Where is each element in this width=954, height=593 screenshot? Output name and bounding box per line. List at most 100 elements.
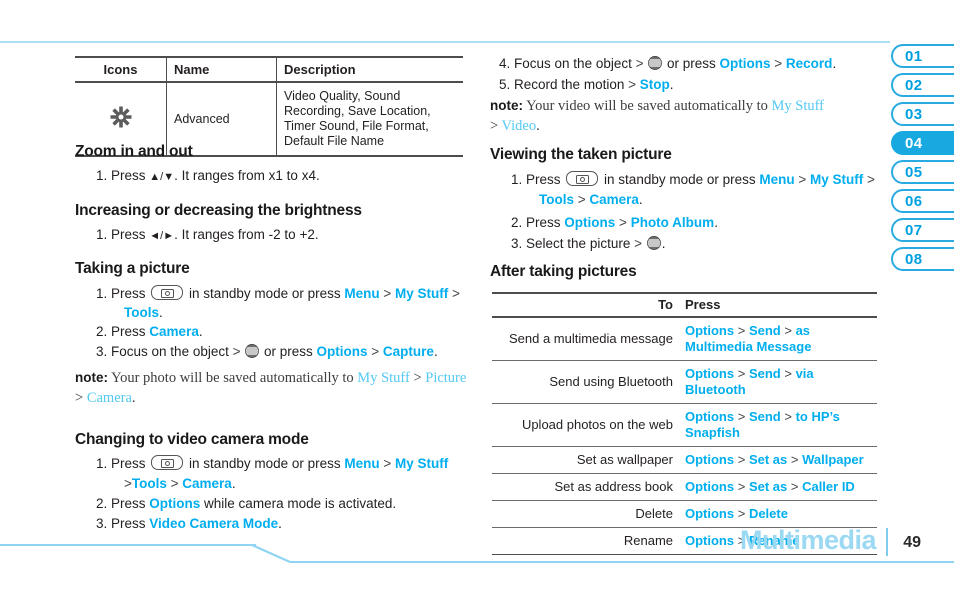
- att-globe-icon: [646, 236, 661, 250]
- link-camera[interactable]: Camera: [589, 192, 639, 207]
- sep: >: [734, 506, 749, 521]
- link-options[interactable]: Options: [564, 215, 615, 230]
- att-globe-icon: [245, 344, 260, 358]
- sep: >: [367, 344, 383, 359]
- link-my-stuff[interactable]: My Stuff: [395, 286, 448, 301]
- chapter-tab-02-label: 02: [905, 76, 923, 94]
- link-my-stuff[interactable]: My Stuff: [395, 456, 448, 471]
- step-view-1-num: 1.: [511, 172, 523, 187]
- link-wallpaper[interactable]: Wallpaper: [802, 452, 864, 467]
- chapter-tab-02[interactable]: 02: [891, 73, 954, 97]
- chapter-tab-05[interactable]: 05: [891, 160, 954, 184]
- link-send[interactable]: Send: [749, 409, 781, 424]
- heading-zoom: Zoom in and out: [75, 143, 193, 160]
- after-pictures-table: To Press Send a multimedia message Option…: [492, 292, 877, 555]
- link-options[interactable]: Options: [685, 452, 734, 467]
- step-record-4-mid: or press: [663, 56, 720, 71]
- table-row: Set as address book Options > Set as > Ca…: [492, 473, 877, 501]
- cell-to: Send a multimedia message: [492, 317, 679, 361]
- cell-press: Options > Send > via Bluetooth: [679, 360, 877, 404]
- camera-key-icon: [566, 171, 599, 186]
- sep: >: [780, 323, 796, 338]
- link-video[interactable]: Video: [502, 118, 537, 134]
- cell-press: Options > Set as > Caller ID: [679, 473, 877, 501]
- arrow-left-right-icon: ◄/►: [149, 230, 175, 242]
- link-delete[interactable]: Delete: [749, 506, 788, 521]
- link-menu[interactable]: Menu: [344, 286, 379, 301]
- link-options[interactable]: Options: [685, 366, 734, 381]
- link-tools[interactable]: Tools: [124, 305, 159, 320]
- link-options[interactable]: Options: [149, 496, 200, 511]
- step-view-2: 2. Press Options > Photo Album.: [511, 213, 718, 233]
- link-my-stuff[interactable]: My Stuff: [357, 370, 410, 386]
- link-menu[interactable]: Menu: [344, 456, 379, 471]
- link-menu[interactable]: Menu: [759, 172, 794, 187]
- chapter-tab-03[interactable]: 03: [891, 102, 954, 126]
- sep: >: [780, 366, 796, 381]
- step-record-4-pre: Focus on the object: [514, 56, 636, 71]
- cell-press: Options > Send > as Multimedia Message: [679, 317, 877, 361]
- step-record-4: 4. Focus on the object > or press Option…: [499, 54, 836, 74]
- link-camera[interactable]: Camera: [182, 476, 232, 491]
- step-record-4-end: .: [832, 56, 837, 71]
- note-video-saved: note: Your video will be saved automatic…: [490, 96, 880, 136]
- chapter-tab-strip: 01 02 03 04 05 06 07 08: [891, 44, 954, 276]
- step-zoom-1: 1. Press ▲/▼. It ranges from x1 to x4.: [96, 166, 320, 187]
- link-caller-id[interactable]: Caller ID: [802, 479, 855, 494]
- step-view-3-end: .: [661, 236, 666, 251]
- link-options[interactable]: Options: [317, 344, 368, 359]
- link-options[interactable]: Options: [685, 479, 734, 494]
- sep: >: [635, 56, 648, 71]
- table-row: Send using Bluetooth Options > Send > via…: [492, 360, 877, 404]
- link-capture[interactable]: Capture: [383, 344, 434, 359]
- link-photo-album[interactable]: Photo Album: [631, 215, 715, 230]
- step-take-3-mid: or press: [260, 344, 317, 359]
- sep: >: [124, 476, 132, 491]
- link-my-stuff[interactable]: My Stuff: [810, 172, 863, 187]
- footer-page-number: 49: [903, 534, 921, 551]
- step-record-4-num: 4.: [499, 56, 511, 71]
- step-video-1-pre: Press: [111, 456, 150, 471]
- link-record[interactable]: Record: [786, 56, 833, 71]
- heading-brightness: Increasing or decreasing the brightness: [75, 202, 362, 219]
- chapter-tab-08[interactable]: 08: [891, 247, 954, 271]
- bottom-rule-right: [290, 561, 954, 563]
- chapter-tab-04[interactable]: 04: [891, 131, 954, 155]
- chapter-tab-01[interactable]: 01: [891, 44, 954, 68]
- link-tools[interactable]: Tools: [539, 192, 574, 207]
- link-options[interactable]: Options: [685, 506, 734, 521]
- cell-press: Options > Set as > Wallpaper: [679, 446, 877, 474]
- cell-press: Options > Send > to HP’s Snapfish: [679, 403, 877, 447]
- att-globe-icon: [648, 56, 663, 70]
- step-view-1-end: .: [638, 192, 643, 207]
- step-view-3-num: 3.: [511, 236, 523, 251]
- link-options[interactable]: Options: [720, 56, 771, 71]
- chapter-tab-07[interactable]: 07: [891, 218, 954, 242]
- link-stop[interactable]: Stop: [640, 77, 670, 92]
- link-set-as[interactable]: Set as: [749, 479, 787, 494]
- step-zoom-1-text-b: . It ranges from x1 to x4.: [174, 168, 320, 183]
- link-tools[interactable]: Tools: [132, 476, 167, 491]
- arrow-up-down-icon: ▲/▼: [149, 171, 175, 183]
- link-my-stuff[interactable]: My Stuff: [771, 98, 824, 114]
- step-record-5: 5. Record the motion > Stop.: [499, 75, 674, 95]
- link-camera[interactable]: Camera: [149, 324, 199, 339]
- link-options[interactable]: Options: [685, 323, 734, 338]
- step-take-2: 2. Press Camera.: [96, 322, 203, 342]
- link-camera[interactable]: Camera: [87, 390, 132, 406]
- step-view-1-pre: Press: [526, 172, 565, 187]
- link-send[interactable]: Send: [749, 323, 781, 338]
- chapter-tab-06[interactable]: 06: [891, 189, 954, 213]
- link-picture[interactable]: Picture: [425, 370, 466, 386]
- cell-to: Set as address book: [492, 473, 679, 501]
- note-label: note:: [75, 370, 108, 385]
- link-set-as[interactable]: Set as: [749, 452, 787, 467]
- step-take-1-num: 1.: [96, 286, 108, 301]
- step-take-3-end: .: [433, 344, 438, 359]
- link-options[interactable]: Options: [685, 409, 734, 424]
- step-video-1-mid: in standby mode or press: [185, 456, 345, 471]
- table-row: Upload photos on the web Options > Send >…: [492, 403, 877, 447]
- note-label: note:: [490, 98, 523, 113]
- step-brightness-1: 1. Press ◄/►. It ranges from -2 to +2.: [96, 225, 319, 246]
- link-send[interactable]: Send: [749, 366, 781, 381]
